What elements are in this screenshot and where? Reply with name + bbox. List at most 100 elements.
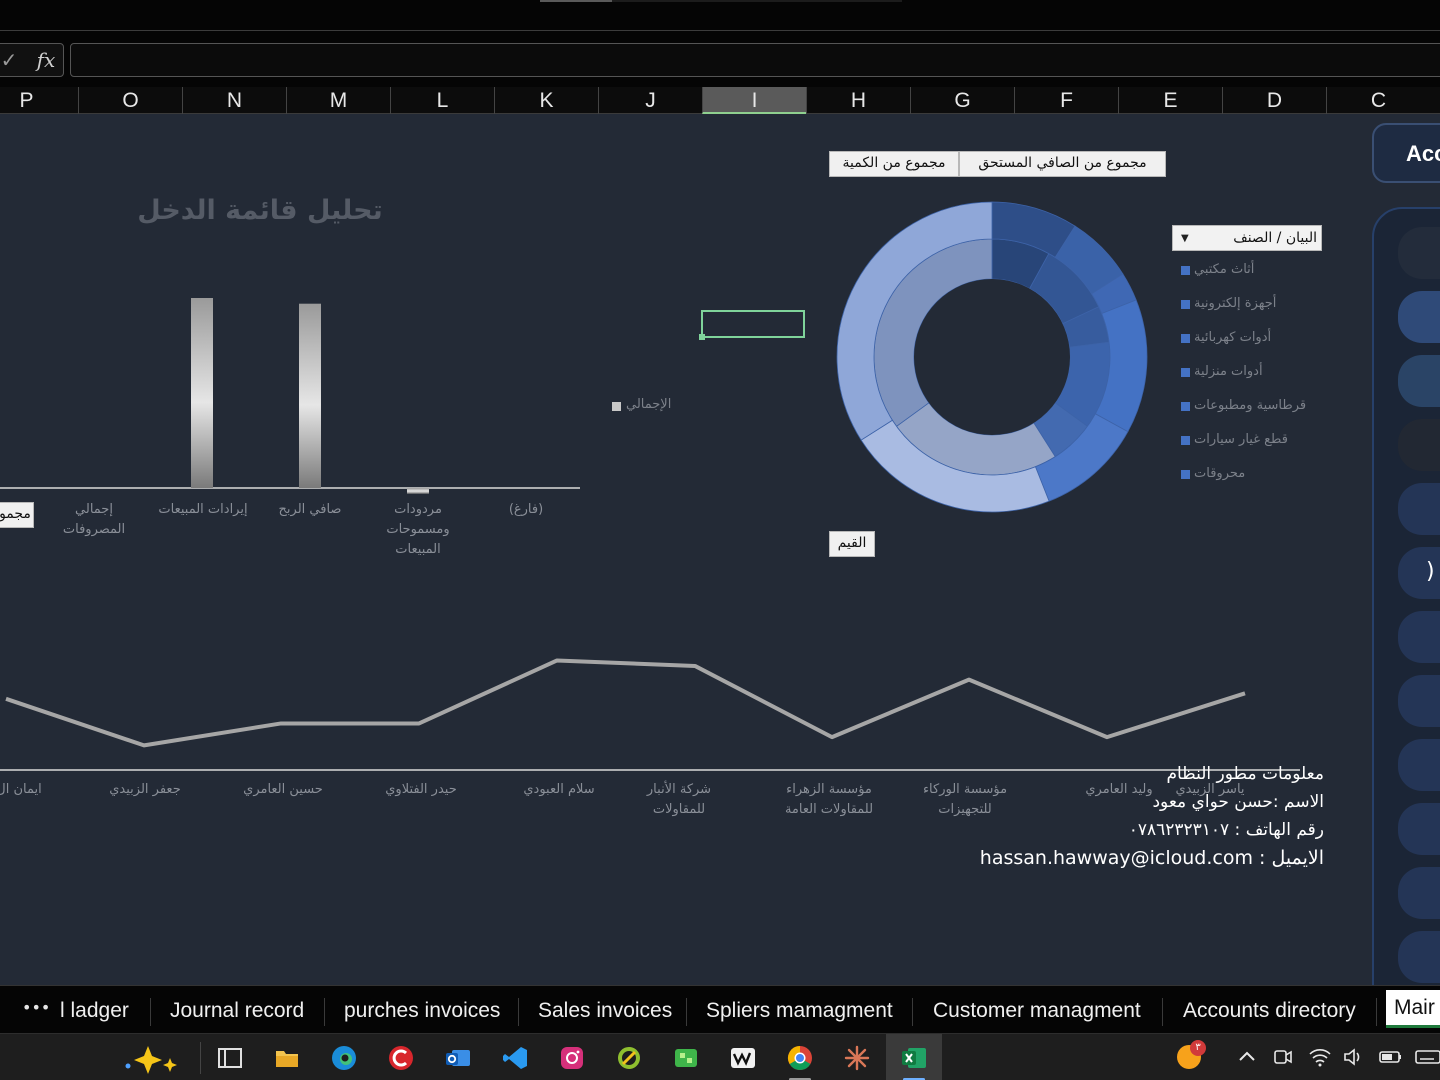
edge-browser-icon[interactable] — [330, 1044, 358, 1072]
camera-icon[interactable] — [1272, 1046, 1294, 1068]
column-header-c[interactable]: C — [1326, 87, 1430, 114]
sidebar-item[interactable] — [1398, 867, 1440, 919]
sidebar-item[interactable] — [1398, 355, 1440, 407]
sidebar-item[interactable] — [1398, 931, 1440, 983]
donut-legend-label: أدوات كهربائية — [1194, 330, 1272, 345]
tab-customers[interactable]: Customer managment — [933, 996, 1141, 1026]
field-button-net-due[interactable]: مجموع من الصافي المستحق — [959, 151, 1166, 177]
tab-purchase-invoices[interactable]: purches invoices — [344, 996, 500, 1026]
bar-label-total-expenses: إجمالي المصروفات — [62, 502, 126, 537]
tab-suppliers[interactable]: Spliers mamagment — [706, 996, 893, 1026]
app-wave-icon[interactable] — [729, 1044, 757, 1072]
tab-divider — [686, 998, 687, 1026]
tab-divider — [1376, 998, 1377, 1026]
field-button-values[interactable]: القيم — [829, 531, 875, 557]
column-header-n[interactable]: N — [182, 87, 286, 114]
bar-mark[interactable] — [407, 488, 429, 494]
sidebar-item[interactable] — [1398, 227, 1440, 279]
column-header-i[interactable]: I — [702, 87, 806, 114]
tab-ledger[interactable]: l ladger — [60, 996, 129, 1026]
bar-mark[interactable] — [299, 303, 321, 488]
tab-divider — [518, 998, 519, 1026]
fill-handle[interactable] — [699, 334, 705, 340]
wifi-icon[interactable] — [1308, 1046, 1332, 1068]
column-header-f[interactable]: F — [1014, 87, 1118, 114]
sidebar-item[interactable] — [1398, 803, 1440, 855]
line-category-label: جعفر الزبيدي — [109, 782, 181, 797]
sidebar-item[interactable] — [1398, 675, 1440, 727]
tab-divider — [912, 998, 913, 1026]
column-header-j[interactable]: J — [598, 87, 702, 114]
field-button-quantity[interactable]: مجموع من الكمية — [829, 151, 959, 177]
tab-divider — [150, 998, 151, 1026]
column-header-m[interactable]: M — [286, 87, 390, 114]
tab-divider — [1162, 998, 1163, 1026]
bar-label-blank: (فارغ) — [508, 502, 544, 517]
sidebar-item[interactable] — [1398, 611, 1440, 663]
column-header-p[interactable]: P — [0, 87, 78, 114]
claude-icon[interactable] — [843, 1044, 871, 1072]
instagram-icon[interactable] — [558, 1044, 586, 1072]
chevron-up-icon[interactable] — [1236, 1046, 1258, 1068]
donut-hole — [914, 279, 1070, 435]
column-headers: P O N M L K J I H G F E D C — [0, 87, 1440, 114]
file-explorer-icon[interactable] — [273, 1044, 301, 1072]
sidebar-text-fragment: ) — [1426, 559, 1435, 584]
dropdown-arrow-icon: ▼ — [1181, 233, 1189, 244]
column-header-k[interactable]: K — [494, 87, 598, 114]
tab-main[interactable]: Mair — [1386, 990, 1440, 1028]
tab-divider — [324, 998, 325, 1026]
donut-legend-swatch — [1181, 266, 1190, 275]
sidebar-title: Acc — [1406, 141, 1440, 166]
sidebar-item[interactable] — [1398, 419, 1440, 471]
outlook-icon[interactable] — [444, 1044, 472, 1072]
check-icon[interactable]: ✓ — [0, 46, 21, 74]
line-category-label: حسين العامري — [243, 782, 323, 797]
column-header-e[interactable]: E — [1118, 87, 1222, 114]
column-header-o[interactable]: O — [78, 87, 182, 114]
app-ring-icon[interactable] — [615, 1044, 643, 1072]
insert-function-icon[interactable]: fx — [31, 46, 61, 74]
customer-line-chart[interactable] — [0, 635, 1300, 775]
taskbar-divider — [200, 1042, 201, 1074]
keyboard-icon[interactable] — [1414, 1046, 1440, 1068]
bar-label-sales-returns: مردودات ومسموحات المبيعات — [386, 502, 450, 557]
category-filter-button[interactable]: ▼ البيان / الصنف — [1172, 225, 1322, 251]
income-bar-chart[interactable] — [0, 265, 600, 505]
sidebar-menu: ) — [1372, 207, 1440, 997]
column-header-g[interactable]: G — [910, 87, 1014, 114]
ccleaner-icon[interactable] — [387, 1044, 415, 1072]
column-header-l[interactable]: L — [390, 87, 494, 114]
more-sheets-icon[interactable]: ••• — [22, 998, 50, 1018]
line-series[interactable] — [5, 658, 1246, 748]
column-header-d[interactable]: D — [1222, 87, 1326, 114]
field-button[interactable]: مجمو — [0, 502, 34, 528]
donut-legend-label: أثاث مكتبي — [1194, 262, 1255, 277]
formula-bar: ✓ fx — [0, 31, 1440, 87]
volume-icon[interactable] — [1342, 1046, 1366, 1068]
active-cell[interactable] — [699, 310, 805, 340]
battery-icon[interactable] — [1378, 1046, 1404, 1068]
bar-mark[interactable] — [191, 298, 213, 488]
tab-sales-invoices[interactable]: Sales invoices — [538, 996, 672, 1026]
app-grid-icon[interactable] — [672, 1044, 700, 1072]
sidebar-header[interactable]: Acc — [1372, 123, 1440, 183]
copilot-sparkle-icon[interactable] — [122, 1042, 188, 1074]
excel-window: ✓ fx P O N M L K J I H G F E D C تحليل ق… — [0, 0, 1440, 1080]
donut-legend-swatch — [1181, 300, 1190, 309]
sidebar-item[interactable] — [1398, 291, 1440, 343]
tab-journal-record[interactable]: Journal record — [170, 996, 304, 1026]
sidebar-item[interactable] — [1398, 739, 1440, 791]
excel-icon[interactable] — [900, 1044, 928, 1072]
task-view-icon[interactable] — [216, 1044, 244, 1072]
worksheet-area[interactable]: تحليل قائمة الدخل مجمو إجمالي المصروفات … — [0, 115, 1440, 997]
column-header-h[interactable]: H — [806, 87, 910, 114]
category-donut-chart[interactable] — [830, 195, 1154, 519]
sidebar-item[interactable] — [1398, 483, 1440, 535]
vscode-icon[interactable] — [501, 1044, 529, 1072]
chrome-icon[interactable] — [786, 1044, 814, 1072]
ribbon-tab-track — [612, 0, 902, 2]
formula-input[interactable] — [70, 43, 1440, 77]
developer-info-heading: معلومات مطور النظام — [1166, 764, 1324, 784]
tab-accounts-directory[interactable]: Accounts directory — [1183, 996, 1356, 1026]
